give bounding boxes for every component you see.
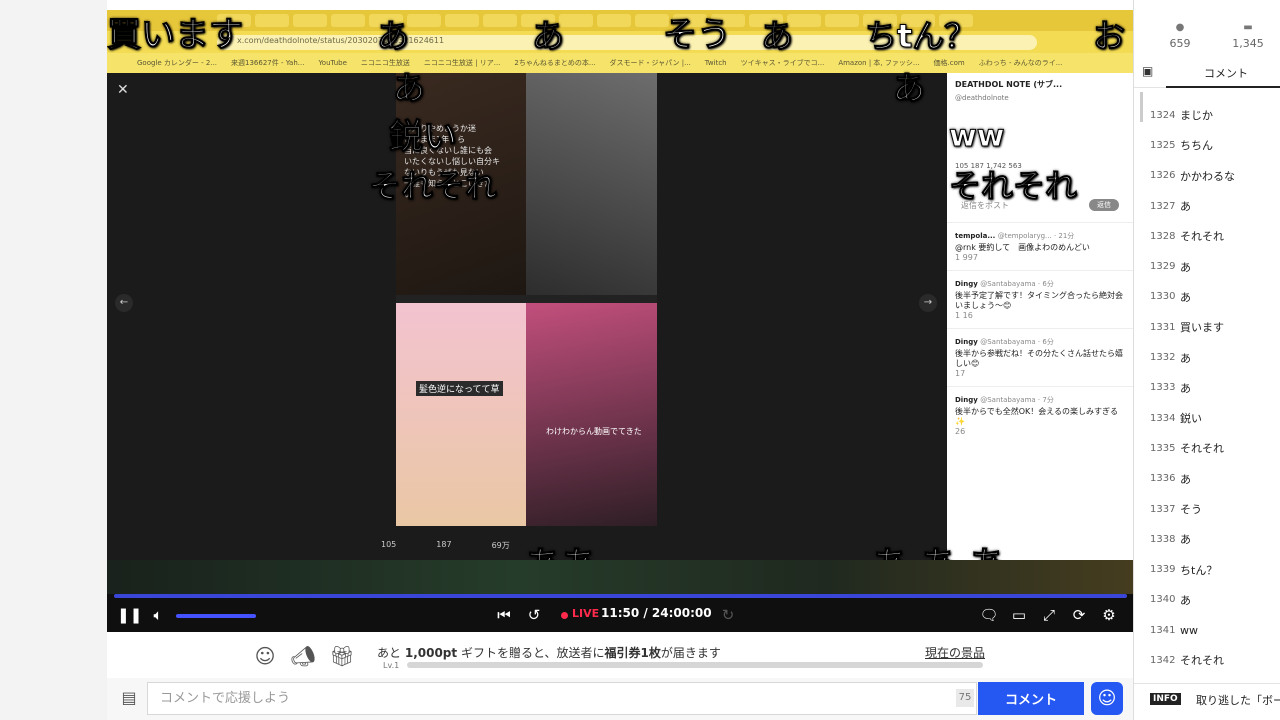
comment-row[interactable]: 1330 あ bbox=[1134, 282, 1280, 312]
fullscreen-icon[interactable]: ⤢ bbox=[1038, 605, 1060, 625]
comment-settings-icon[interactable]: ▣ bbox=[1142, 64, 1160, 82]
floating-comment: 買います bbox=[107, 15, 244, 55]
gift-bar: ☺ 📣︎ 🎁︎ あと 1,000pt ギフトを贈ると、放送者に福引券1枚が届きま… bbox=[107, 632, 1133, 678]
rewind-10-icon[interactable]: ↺ bbox=[523, 605, 545, 625]
floating-comment: あ bbox=[892, 69, 926, 107]
info-badge: INFO bbox=[1150, 693, 1181, 705]
gift-level: Lv.1 bbox=[383, 661, 400, 670]
captured-next-icon: → bbox=[919, 294, 937, 312]
comment-row[interactable]: 1335 それそれ bbox=[1134, 433, 1280, 463]
comment-list: 1324 まじか 1325 ちちん 1326 かかわるな 1327 あ 1328 それそれ… bbox=[1134, 100, 1280, 676]
comment-row[interactable]: 1328 それそれ bbox=[1134, 221, 1280, 251]
reload-icon[interactable]: ⟳ bbox=[1068, 605, 1090, 625]
comment-row[interactable]: 1326 かかわるな bbox=[1134, 161, 1280, 191]
tweet-account-name: DEATHDOL NOTE (サブ... bbox=[955, 80, 1063, 89]
floating-comment: それそれ bbox=[948, 167, 1078, 205]
comment-row[interactable]: 1336 あ bbox=[1134, 464, 1280, 494]
viewer-count: ● 659 bbox=[1150, 22, 1210, 50]
floating-comment: そう bbox=[663, 15, 732, 55]
captured-url-text: x.com/deathdolnote/status/20302070633216… bbox=[237, 36, 445, 45]
image-caption-text: 髪色逆になってて草 bbox=[416, 381, 503, 396]
pause-icon[interactable]: ❚❚ bbox=[117, 605, 142, 625]
gift-box-icon[interactable]: 🎁︎ bbox=[328, 642, 356, 670]
comment-toggle-icon[interactable]: 🗨︎ bbox=[978, 605, 1000, 625]
floating-comment: あ bbox=[392, 69, 426, 107]
gift-message: あと 1,000pt ギフトを贈ると、放送者に福引券1枚が届きます bbox=[377, 646, 721, 660]
comment-row[interactable]: 1329 あ bbox=[1134, 251, 1280, 281]
gift-progress-bar bbox=[407, 662, 983, 668]
comment-row[interactable]: 1338 あ bbox=[1134, 524, 1280, 554]
tweet-reply: Dingy @Santabayama · 7分 後半からでも全然OK！会えるの楽… bbox=[947, 386, 1133, 444]
comment-row[interactable]: 1340 あ bbox=[1134, 585, 1280, 615]
captured-url-bar: x.com/deathdolnote/status/20302070633216… bbox=[107, 31, 1133, 53]
tweet-account-handle: @deathdolnote bbox=[955, 94, 1009, 102]
megaphone-icon[interactable]: 📣︎ bbox=[289, 642, 317, 670]
floating-comment: お bbox=[1092, 17, 1126, 55]
floating-comment: 鋭い bbox=[389, 117, 458, 157]
comment-row[interactable]: 1341 ww bbox=[1134, 615, 1280, 645]
info-text: 取り逃した「ボー bbox=[1196, 694, 1280, 707]
seek-bar[interactable] bbox=[114, 594, 1127, 598]
live-dot-icon bbox=[561, 612, 568, 619]
comment-row[interactable]: 1334 鋭い bbox=[1134, 403, 1280, 433]
tweet-reply: tempola... @tempolaryg... · 21分 @rnk 要約し… bbox=[947, 222, 1133, 270]
send-comment-button[interactable]: コメント bbox=[978, 682, 1084, 715]
comment-row[interactable]: 1342 それそれ bbox=[1134, 645, 1280, 675]
comment-row[interactable]: 1331 買います bbox=[1134, 312, 1280, 342]
time-display: 11:50 / 24:00:00 bbox=[601, 606, 712, 620]
comment-row[interactable]: 1324 まじか bbox=[1134, 100, 1280, 130]
tweet-reply: Dingy @Santabayama · 6分 後半から参戦だね！その分たくさん… bbox=[947, 328, 1133, 386]
floating-comment: あ bbox=[531, 17, 565, 55]
captured-prev-icon: ← bbox=[115, 294, 133, 312]
comment-row[interactable]: 1325 ちちん bbox=[1134, 130, 1280, 160]
comment-count: ▬ 1,345 bbox=[1218, 22, 1278, 50]
video-bottom-strip bbox=[107, 560, 1133, 594]
chat-icon: ▬ bbox=[1243, 22, 1253, 33]
skip-to-start-icon[interactable]: ⏮︎ bbox=[493, 605, 515, 625]
floating-comment: ww bbox=[948, 119, 1005, 154]
floating-comment: あ bbox=[760, 17, 794, 55]
emotion-icon[interactable]: ☺ bbox=[1091, 682, 1123, 715]
tweet-reply: Dingy @Santabayama · 6分 後半予定了解です！タイミング合っ… bbox=[947, 270, 1133, 328]
comment-row[interactable]: 1333 あ bbox=[1134, 373, 1280, 403]
floating-comment: あ bbox=[376, 17, 410, 55]
player-controls: ❚❚ 🔈︎ ⏮︎ ↺ LIVE 11:50 / 24:00:00 ↻ 🗨︎ ▭ … bbox=[107, 600, 1133, 632]
tab-comments[interactable]: コメント bbox=[1204, 65, 1248, 81]
char-count: 75 bbox=[956, 689, 974, 707]
left-gutter bbox=[0, 0, 107, 720]
person-icon: ● bbox=[1175, 22, 1185, 33]
comment-command-icon[interactable]: ▤ bbox=[117, 687, 141, 709]
image-caption-text: わけわからん動画でてきた bbox=[546, 427, 642, 436]
captured-browser-tabs bbox=[107, 10, 1133, 31]
volume-slider[interactable] bbox=[176, 614, 256, 618]
nicolive-page: x.com/deathdolnote/status/20302070633216… bbox=[0, 0, 1280, 720]
comment-row[interactable]: 1337 そう bbox=[1134, 494, 1280, 524]
captured-close-icon: ✕ bbox=[117, 82, 129, 98]
sidebar-tabs: ▣ コメント bbox=[1134, 58, 1280, 88]
tab-active-indicator bbox=[1166, 86, 1280, 88]
comment-input-row: ▤ 75 コメント ☺ bbox=[107, 678, 1133, 720]
volume-icon[interactable]: 🔈︎ bbox=[147, 605, 169, 625]
nicoad-icon[interactable]: ☺ bbox=[251, 642, 279, 670]
current-prize-link[interactable]: 現在の景品 bbox=[925, 644, 985, 661]
comment-row[interactable]: 1339 ちtん？ bbox=[1134, 554, 1280, 584]
settings-gear-icon[interactable]: ⚙ bbox=[1098, 605, 1120, 625]
comment-row[interactable]: 1332 あ bbox=[1134, 342, 1280, 372]
comment-sidebar: ● 659 ▬ 1,345 ▣ コメント 1324 まじか 1325 ちちん 132… bbox=[1133, 0, 1280, 720]
live-label: LIVE bbox=[572, 607, 600, 620]
comment-row[interactable]: 1327 あ bbox=[1134, 191, 1280, 221]
forward-10-icon[interactable]: ↻ bbox=[717, 605, 739, 625]
theater-mode-icon[interactable]: ▭ bbox=[1008, 605, 1030, 625]
comment-input[interactable] bbox=[147, 682, 977, 715]
captured-bookmarks-bar: Google カレンダー - 2... 来週136627件 - Yah... You… bbox=[107, 53, 1133, 73]
video-player[interactable]: x.com/deathdolnote/status/20302070633216… bbox=[107, 10, 1133, 632]
info-ticker[interactable]: INFO 取り逃した「ボー bbox=[1134, 683, 1280, 715]
floating-comment: ちtん？ bbox=[864, 17, 977, 55]
floating-comment: それそれ bbox=[368, 167, 498, 205]
